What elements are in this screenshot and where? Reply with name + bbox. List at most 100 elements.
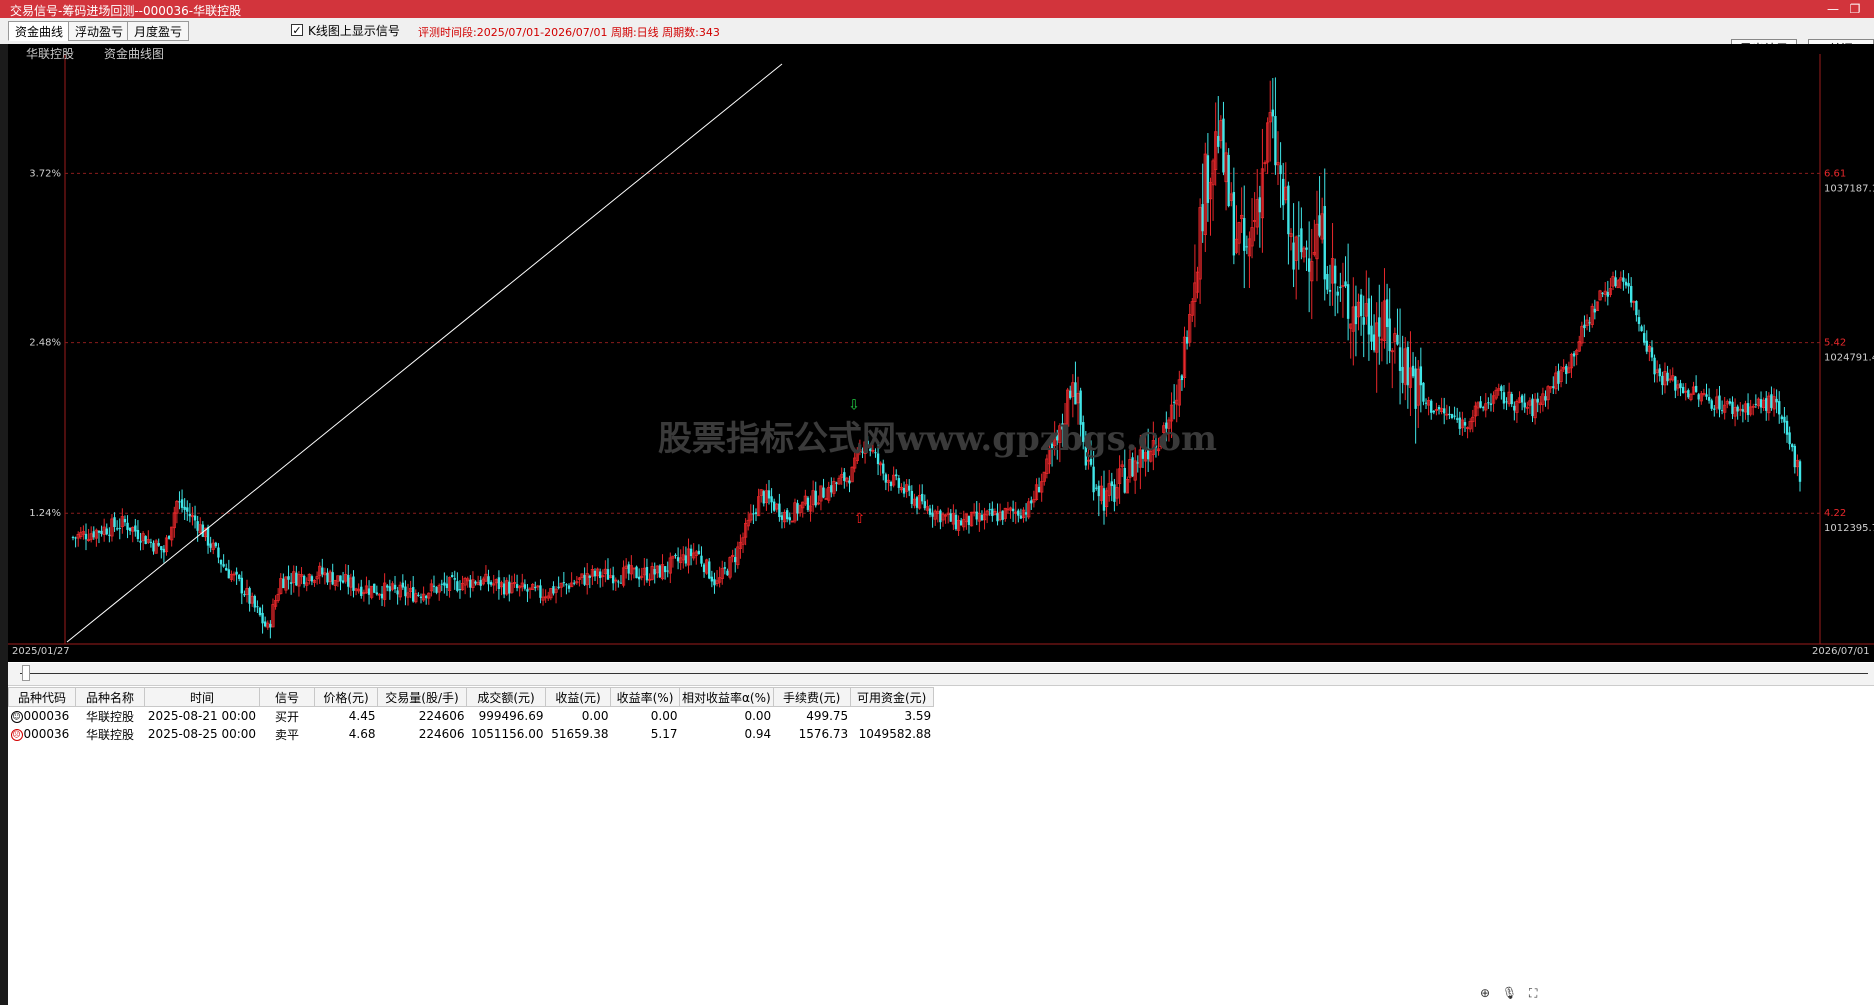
- candle-body: [1328, 289, 1332, 292]
- tab-fund-curve[interactable]: 资金曲线: [8, 21, 71, 41]
- column-header[interactable]: 品种代码: [8, 687, 76, 707]
- candle-body: [105, 528, 108, 535]
- candle-body: [975, 511, 978, 520]
- chart-area[interactable]: ⇩ ⇧ 股票指标公式网www.gpzbgs.com 3.72% 6.61 10371…: [8, 44, 1874, 662]
- price-axis-label: 5.42: [1824, 338, 1846, 349]
- candle-body: [1458, 417, 1461, 429]
- column-header[interactable]: 交易量(股/手): [377, 687, 467, 707]
- restore-icon[interactable]: ❐: [1847, 1, 1863, 17]
- candle-body: [1728, 401, 1732, 404]
- column-header[interactable]: 价格(元): [314, 687, 378, 707]
- chart-tab-stock[interactable]: 华联控股: [26, 45, 74, 62]
- candle-body: [167, 535, 171, 539]
- candle-body: [256, 606, 259, 608]
- candle-body: [1326, 273, 1329, 290]
- candle-body: [627, 564, 630, 574]
- candle-body: [162, 548, 166, 553]
- candle-body: [1448, 413, 1451, 415]
- column-header[interactable]: 信号: [259, 687, 315, 707]
- expand-icon[interactable]: ⛶: [1529, 986, 1537, 1001]
- chart-scrollbar[interactable]: [8, 663, 1874, 686]
- candle-body: [1520, 395, 1524, 403]
- show-signal-checkbox[interactable]: ✓: [291, 24, 303, 37]
- candle-body: [261, 612, 264, 624]
- candle-body: [1510, 393, 1513, 405]
- candle-body: [269, 623, 272, 628]
- candle-body: [1635, 301, 1638, 316]
- candle-body: [1780, 416, 1784, 420]
- tab-floating-pnl[interactable]: 浮动盈亏: [68, 21, 131, 41]
- candle-body: [1430, 400, 1433, 413]
- candle-body: [1450, 414, 1454, 418]
- candle-body: [1069, 390, 1072, 399]
- candle-body: [1666, 372, 1669, 382]
- candle-body: [160, 546, 163, 551]
- candle-body: [1710, 400, 1713, 409]
- candle-body: [1401, 366, 1404, 383]
- candle-body: [1089, 458, 1093, 465]
- chart-tab-fund[interactable]: 资金曲线图: [104, 45, 164, 62]
- tab-monthly-pnl[interactable]: 月度盈亏: [127, 21, 190, 41]
- candle-body: [1697, 394, 1700, 400]
- candlestick-chart[interactable]: ⇩ ⇧ 股票指标公式网www.gpzbgs.com 3.72% 6.61 10371…: [8, 44, 1874, 662]
- candle-body: [1791, 444, 1794, 448]
- chat-icon[interactable]: ⊕: [1480, 986, 1490, 1000]
- candle-body: [902, 487, 906, 494]
- column-header[interactable]: 成交额(元): [466, 687, 546, 707]
- candle-body: [71, 537, 75, 539]
- candle-body: [908, 485, 911, 491]
- candle-body: [474, 581, 477, 584]
- minimize-icon[interactable]: —: [1825, 1, 1841, 17]
- candle-body: [1614, 277, 1617, 287]
- candle-body: [424, 595, 428, 599]
- column-header[interactable]: 相对收益率α(%): [679, 687, 774, 707]
- candle-body: [1362, 317, 1365, 325]
- candle-body: [1333, 265, 1337, 284]
- column-header[interactable]: 品种名称: [75, 687, 145, 707]
- candle-body: [573, 582, 576, 584]
- candle-body: [219, 559, 223, 565]
- candle-body: [806, 497, 810, 510]
- candle-body: [996, 513, 999, 522]
- candle-body: [1479, 401, 1482, 408]
- candle-body: [419, 596, 423, 598]
- cell-cash: 1049582.88: [858, 727, 932, 741]
- candle-body: [552, 586, 555, 594]
- column-header[interactable]: 收益(元): [545, 687, 611, 707]
- candle-body: [243, 594, 246, 596]
- left-axis-label: 1.24%: [29, 508, 61, 519]
- candle-body: [139, 540, 142, 543]
- column-header[interactable]: 可用资金(元): [849, 687, 934, 707]
- candle-body: [144, 536, 147, 544]
- candle-body: [915, 497, 919, 508]
- left-edge: [0, 44, 8, 1005]
- candle-body: [967, 516, 971, 525]
- candle-body: [1307, 258, 1311, 272]
- candle-body: [1227, 154, 1230, 207]
- candle-body: [1681, 386, 1685, 394]
- candle-body: [1271, 109, 1275, 117]
- mic-icon[interactable]: 🎙: [1502, 986, 1517, 1000]
- candle-body: [796, 503, 799, 514]
- candle-body: [515, 584, 519, 588]
- candle-body: [115, 528, 119, 530]
- scroll-handle[interactable]: [22, 665, 30, 681]
- table-row[interactable]: ☹ 000036 华联控股 2025-08-25 00:00 卖平 4.68 224606 1…: [9, 725, 934, 743]
- candle-body: [921, 493, 924, 502]
- candle-body: [723, 567, 727, 569]
- candle-body: [310, 576, 314, 582]
- table-row[interactable]: ☺ 000036 华联控股 2025-08-21 00:00 买开 4.45 224606 9…: [9, 707, 934, 726]
- candle-body: [1217, 136, 1220, 147]
- candle-body: [1300, 228, 1303, 253]
- candle-body: [367, 588, 371, 595]
- column-header[interactable]: 时间: [144, 687, 260, 707]
- candle-body: [882, 463, 885, 474]
- candle-body: [1258, 197, 1262, 213]
- candle-body: [1453, 415, 1456, 417]
- candle-body: [126, 522, 129, 530]
- candle-body: [302, 575, 306, 585]
- candle-body: [1297, 235, 1300, 237]
- cell-time: 2025-08-25 00:00: [147, 727, 257, 741]
- column-header[interactable]: 手续费(元): [772, 687, 851, 707]
- column-header[interactable]: 收益率(%): [610, 687, 680, 707]
